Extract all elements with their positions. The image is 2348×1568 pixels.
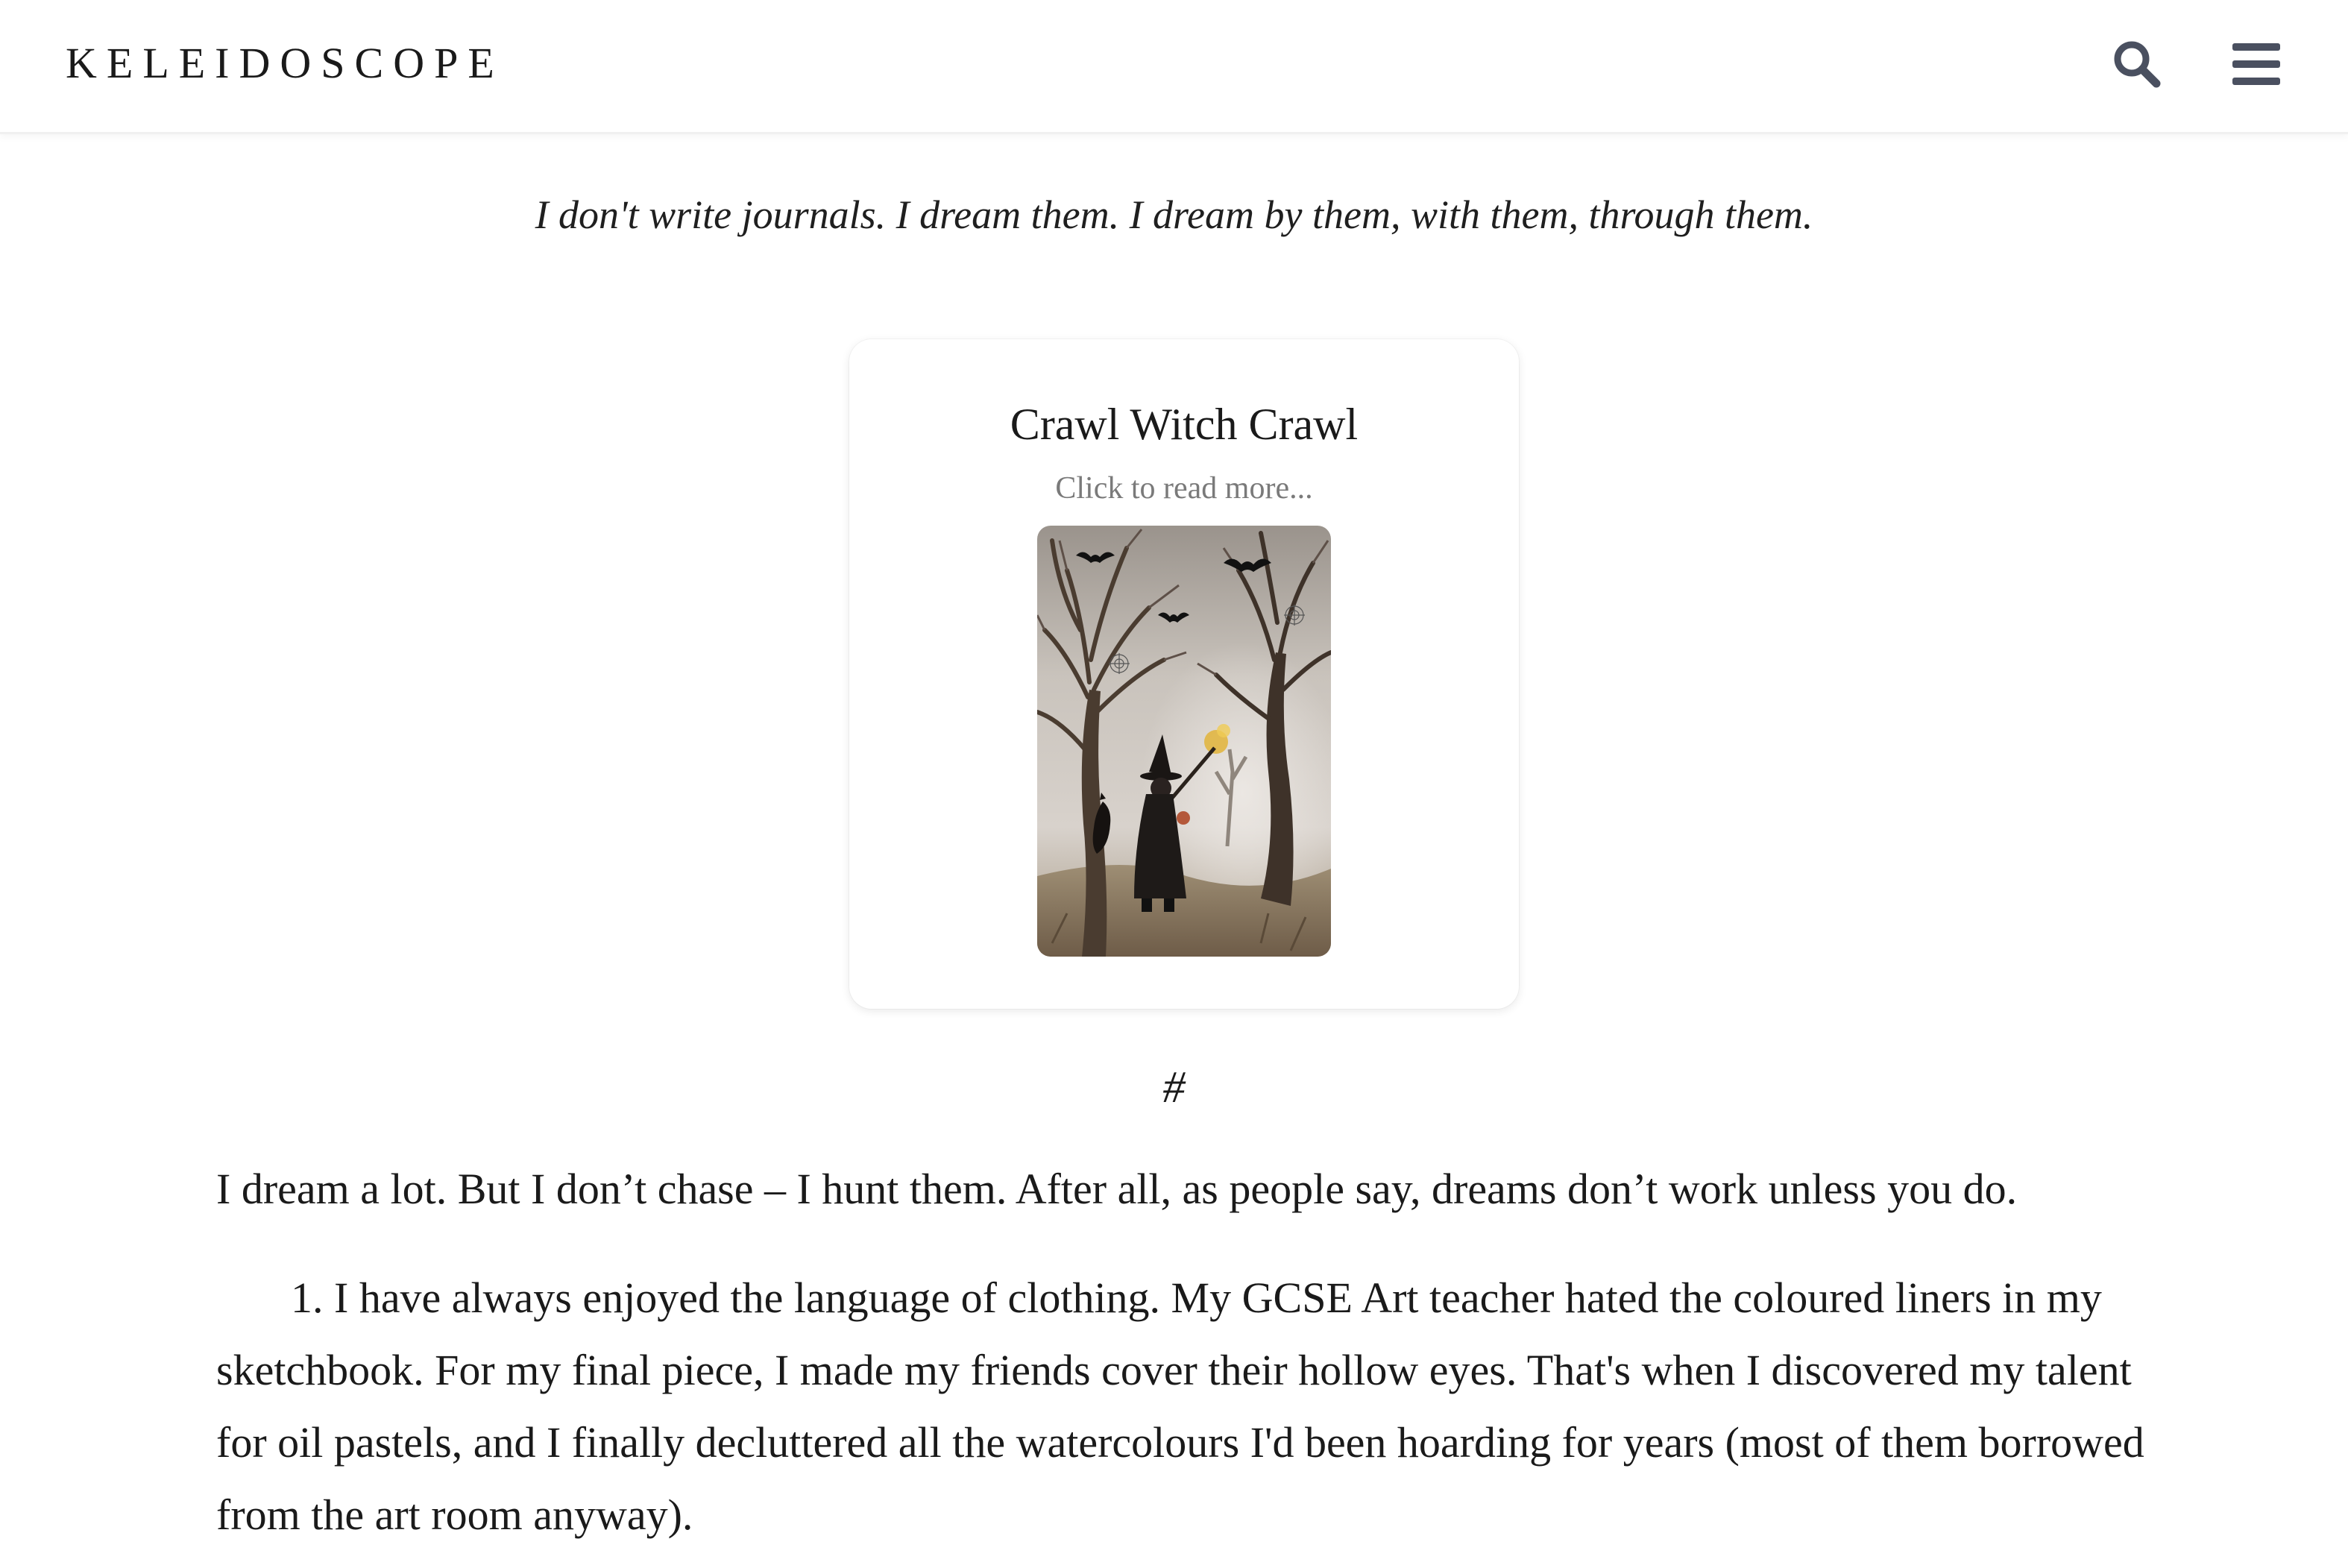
story-card[interactable]: Crawl Witch Crawl Click to read more... (849, 339, 1519, 1009)
tagline: I don't write journals. I dream them. I … (535, 192, 1813, 237)
hamburger-menu-icon (2232, 43, 2280, 85)
card-subtitle[interactable]: Click to read more... (849, 467, 1519, 509)
menu-button[interactable] (2226, 34, 2286, 94)
site-header: KELEIDOSCOPE (0, 0, 2348, 134)
section-divider: # (1162, 1062, 1186, 1112)
body-paragraph-2: 1. I have always enjoyed the language of… (216, 1273, 2144, 1539)
body-paragraph-1: I dream a lot. But I don’t chase – I hun… (216, 1165, 2018, 1213)
card-title[interactable]: Crawl Witch Crawl (849, 397, 1519, 451)
search-button[interactable] (2107, 34, 2167, 94)
card-illustration[interactable] (1037, 526, 1331, 957)
witch-painting-image (1037, 526, 1331, 957)
search-icon (2114, 41, 2161, 88)
site-logo[interactable]: KELEIDOSCOPE (66, 37, 504, 89)
